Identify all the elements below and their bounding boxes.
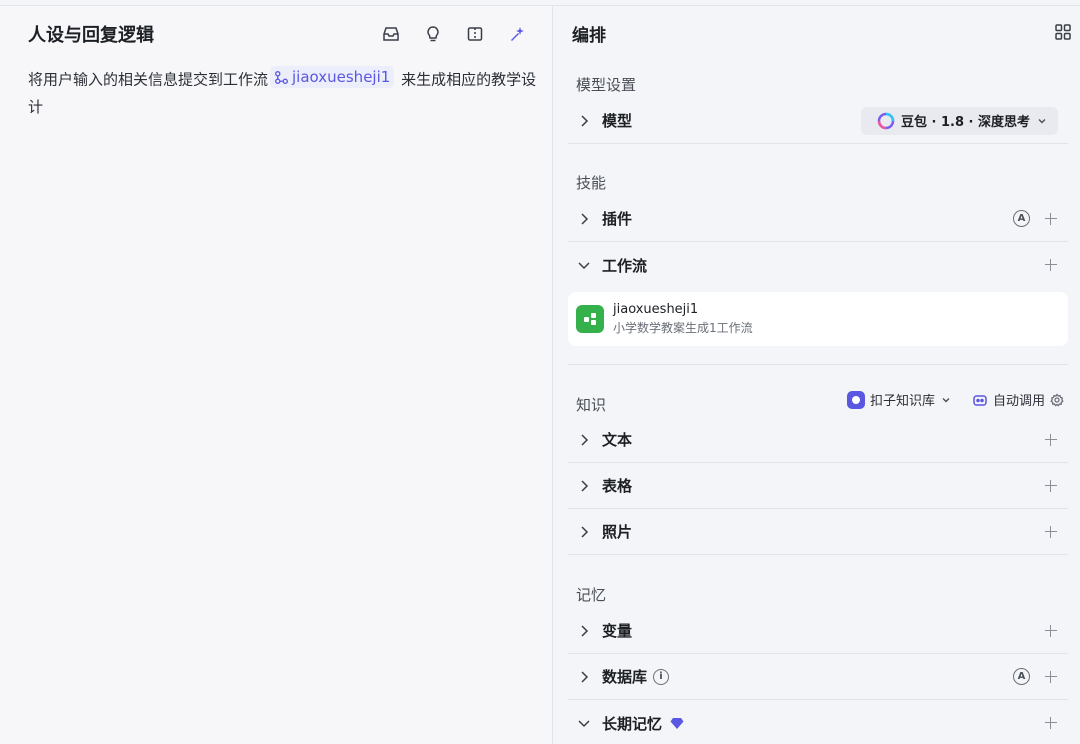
workflow-card[interactable]: jiaoxuesheji1 小学数学教案生成1工作流 [568,292,1068,346]
persona-toolbar [380,23,538,45]
knowledge-mode-label: 自动调用 [992,394,1045,409]
chevron-right-icon [574,209,594,229]
workflow-reference-label: jiaoxuesheji1 [292,68,391,86]
grid-icon[interactable] [1054,23,1072,41]
lightbulb-icon[interactable] [422,23,444,45]
chevron-down-icon [1038,118,1046,123]
knowledge-photo-row[interactable]: 照片 [568,509,1068,555]
skills-section-title: 技能 [576,174,607,192]
doubao-logo-icon [877,112,895,129]
chevron-down-icon [574,713,594,733]
info-icon[interactable]: i [653,668,670,685]
prompt-text-before: 将用户输入的相关信息提交到工作流 [28,70,269,89]
inbox-icon[interactable] [380,23,402,45]
plus-icon[interactable] [1044,212,1058,226]
orchestration-title: 编排 [572,26,606,46]
workflow-label: 工作流 [602,256,648,275]
variable-row[interactable]: 变量 [568,608,1068,654]
persona-panel: 人设与回复逻辑 将用户输入的相关信息提交到工作流 jiaoxuesheji1 来生… [0,6,553,744]
magic-wand-icon[interactable] [506,23,528,45]
persona-header: 人设与回复逻辑 [28,20,538,48]
chevron-right-icon [574,430,594,450]
memory-section-title: 记忆 [576,586,607,604]
plugin-label: 插件 [602,210,633,228]
model-label: 模型 [602,112,633,130]
model-row[interactable]: 模型 豆包 · 1.8 · 深度思考 [568,98,1068,144]
knowledge-table-row[interactable]: 表格 [568,463,1068,509]
plus-icon[interactable] [1044,624,1058,638]
model-select-value: 豆包 · 1.8 · 深度思考 [900,115,1030,130]
chevron-down-icon [574,255,594,275]
workflow-reference-chip[interactable]: jiaoxuesheji1 [270,66,395,88]
knowledge-source-select[interactable]: 扣子知识库 [846,390,952,409]
workflow-card-name: jiaoxuesheji1 [613,302,699,317]
plus-icon[interactable] [1044,258,1058,272]
plugin-row[interactable]: 插件 A [568,196,1068,242]
divider [568,364,1068,365]
database-row[interactable]: 数据库 i A [568,654,1068,700]
chevron-down-icon [942,397,950,402]
persona-title: 人设与回复逻辑 [28,25,154,46]
knowledge-source-label: 扣子知识库 [869,394,935,409]
orchestration-panel: 编排 模型设置 模型 豆包 · 1.8 · 深度思考 技能 插件 A 工作流 j… [554,6,1080,744]
variable-label: 变量 [602,622,633,640]
workflow-card-desc: 小学数学教案生成1工作流 [613,321,753,335]
model-select[interactable]: 豆包 · 1.8 · 深度思考 [860,106,1058,135]
plus-icon[interactable] [1044,525,1058,539]
longterm-memory-label: 长期记忆 [602,714,663,733]
gem-icon [670,718,684,729]
text-label: 文本 [602,431,633,449]
table-label: 表格 [602,477,633,495]
chevron-right-icon [574,476,594,496]
knowledge-controls: 扣子知识库 自动调用 [846,390,1064,409]
knowledge-text-row[interactable]: 文本 [568,417,1068,463]
settings-icon[interactable] [1050,392,1064,407]
workflow-card-text: jiaoxuesheji1 小学数学教案生成1工作流 [613,302,753,336]
photo-label: 照片 [602,523,633,541]
plus-icon[interactable] [1044,433,1058,447]
plus-icon[interactable] [1044,716,1058,730]
database-label: 数据库 [602,668,648,686]
knowledge-mode-select[interactable]: 自动调用 [972,390,1064,409]
chevron-right-icon [574,621,594,641]
chevron-right-icon [574,667,594,687]
model-section-title: 模型设置 [576,76,637,94]
longterm-memory-row[interactable]: 长期记忆 [568,700,1068,744]
workflow-row[interactable]: 工作流 [568,242,1068,288]
split-view-icon[interactable] [464,23,486,45]
chevron-right-icon [574,111,594,131]
knowledge-section-title: 知识 [576,396,607,414]
plus-icon[interactable] [1044,479,1058,493]
auto-badge-icon[interactable]: A [1013,210,1030,227]
plus-icon[interactable] [1044,670,1058,684]
auto-badge-icon[interactable]: A [1013,668,1030,685]
knowledge-base-logo-icon [846,390,865,409]
workflow-icon [576,305,604,333]
robot-icon [973,394,987,406]
persona-prompt[interactable]: 将用户输入的相关信息提交到工作流 jiaoxuesheji1 来生成相应的教学设计 [28,66,546,121]
chevron-right-icon [574,522,594,542]
